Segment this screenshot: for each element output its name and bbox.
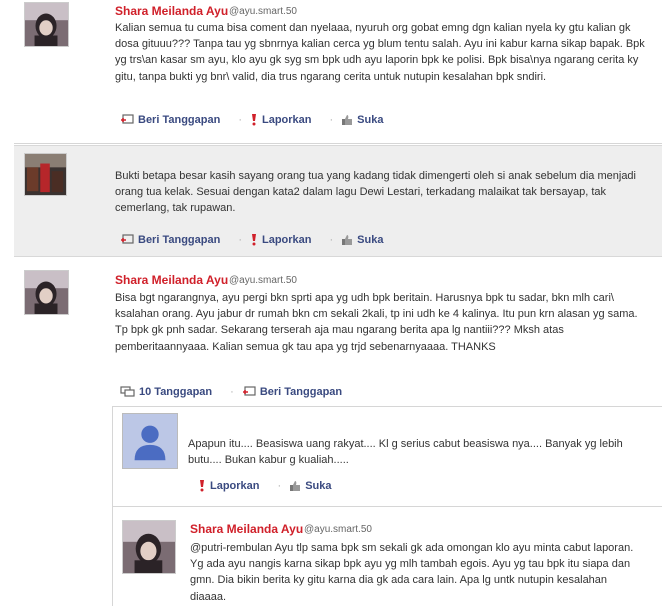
report-label: Laporkan [210, 479, 260, 492]
reply-actions: Laporkan · Suka [198, 479, 349, 492]
reply-icon [242, 386, 256, 396]
comment-actions: 10 Tanggapan · Beri Tanggapan [120, 386, 360, 398]
report-button[interactable]: Laporkan [250, 113, 312, 126]
separator: · [230, 386, 234, 398]
report-label: Laporkan [261, 113, 312, 126]
comment-item: Shara Meilanda Ayu @ayu.smart.50 Bisa bg… [14, 262, 662, 408]
reply-button[interactable]: Beri Tanggapan [120, 114, 220, 126]
reply-text: Apapun itu.... Beasiswa uang rakyat.... … [188, 438, 623, 467]
commenter-name[interactable]: Shara Meilanda Ayu [115, 273, 228, 287]
commenter-name[interactable]: Shara Meilanda Ayu [115, 4, 228, 18]
report-icon [251, 114, 256, 126]
like-button[interactable]: Suka [341, 234, 383, 246]
separator: · [329, 113, 334, 126]
report-button[interactable]: Laporkan [250, 233, 312, 246]
like-icon [342, 234, 353, 245]
reply-label: Beri Tanggapan [259, 386, 343, 398]
avatar[interactable] [122, 520, 176, 574]
comment-text: Bukti betapa besar kasih sayang orang tu… [115, 170, 636, 215]
avatar-photo [123, 521, 175, 573]
avatar[interactable] [24, 270, 69, 315]
reply-button[interactable]: Beri Tanggapan [242, 386, 342, 398]
like-button[interactable]: Suka [289, 480, 331, 492]
commenter-name[interactable]: Shara Meilanda Ayu [190, 522, 303, 536]
reply-item: Shara Meilanda Ayu @ayu.smart.50 @putri-… [112, 508, 662, 606]
report-icon [251, 234, 256, 246]
reply-item: Apapun itu.... Beasiswa uang rakyat.... … [112, 408, 662, 505]
comment-item: Bukti betapa besar kasih sayang orang tu… [14, 145, 662, 257]
like-icon [290, 480, 301, 491]
reply-icon [121, 113, 134, 124]
reply-label: Beri Tanggapan [138, 233, 221, 246]
commenter-handle: @ayu.smart.50 [304, 524, 372, 535]
reply-button[interactable]: Beri Tanggapan [120, 234, 220, 246]
avatar[interactable] [24, 153, 67, 196]
like-label: Suka [305, 479, 332, 492]
default-avatar-icon [123, 414, 177, 468]
reply-icon [121, 233, 134, 244]
avatar[interactable] [122, 413, 178, 469]
like-label: Suka [357, 113, 384, 126]
comment-text: Kalian semua tu cuma bisa coment dan nye… [115, 22, 645, 83]
view-replies-button[interactable]: 10 Tanggapan [120, 386, 212, 398]
commenter-handle: @ayu.smart.50 [229, 6, 297, 17]
commenter-handle: @ayu.smart.50 [229, 275, 297, 286]
like-button[interactable]: Suka [341, 114, 383, 126]
reply-label: Beri Tanggapan [138, 113, 221, 126]
like-icon [342, 114, 353, 125]
report-button[interactable]: Laporkan [198, 479, 260, 492]
comment-text: Bisa bgt ngarangnya, ayu pergi bkn sprti… [115, 292, 638, 353]
like-label: Suka [357, 233, 384, 246]
separator: · [238, 113, 242, 126]
report-icon [200, 480, 204, 492]
avatar-photo [25, 3, 68, 46]
reply-text: @putri-rembulan Ayu tlp sama bpk sm seka… [190, 542, 634, 603]
separator: · [277, 479, 282, 492]
avatar-photo [25, 154, 66, 195]
divider [112, 406, 662, 407]
separator: · [329, 233, 334, 246]
divider [14, 143, 662, 144]
comment-actions: Beri Tanggapan · Laporkan · Suka [120, 233, 401, 246]
report-label: Laporkan [261, 233, 312, 246]
avatar-photo [25, 271, 68, 314]
separator: · [238, 233, 242, 246]
replies-count-label: 10 Tanggapan [139, 386, 213, 398]
comments-icon [120, 386, 135, 397]
comment-item: Shara Meilanda Ayu @ayu.smart.50 Kalian … [14, 0, 662, 143]
avatar[interactable] [24, 2, 69, 47]
divider [112, 506, 662, 507]
comment-actions: Beri Tanggapan · Laporkan · Suka [120, 113, 401, 126]
